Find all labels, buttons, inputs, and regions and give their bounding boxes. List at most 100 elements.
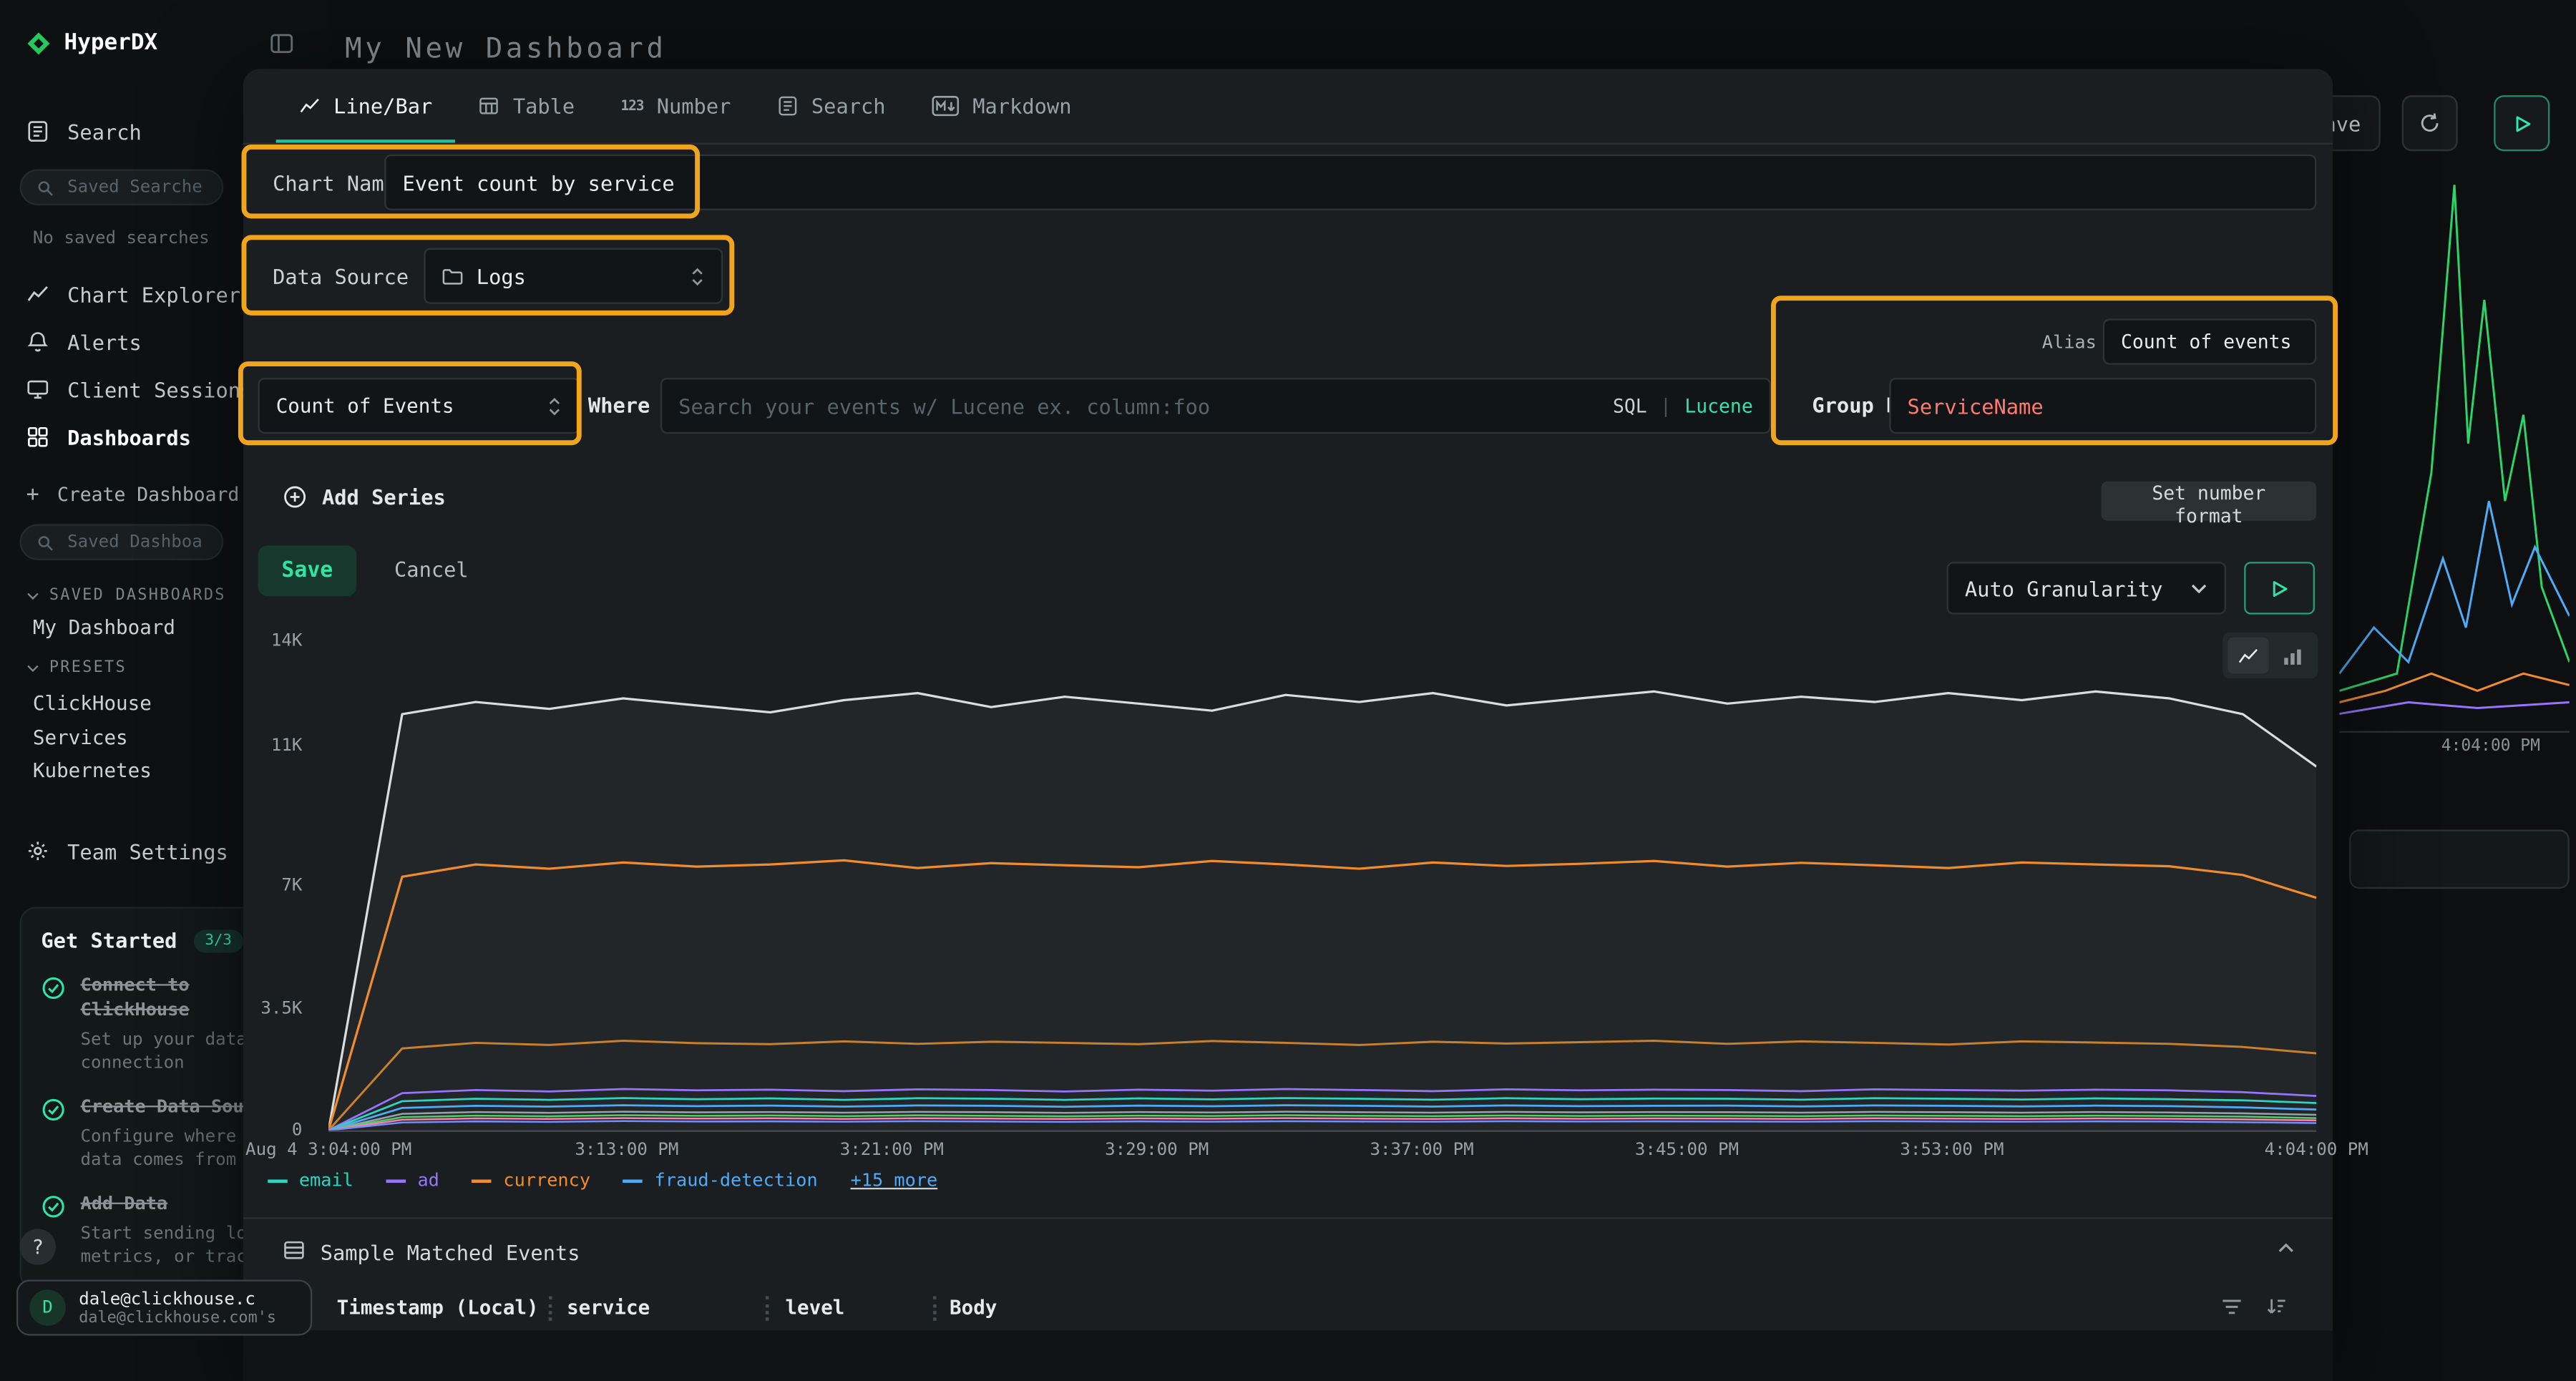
refresh-button[interactable] <box>2402 95 2458 151</box>
column-separator <box>766 1296 769 1320</box>
search-icon <box>36 178 54 196</box>
set-number-format-button[interactable]: Set number format <box>2101 482 2316 521</box>
tab-markdown[interactable]: Markdown <box>909 69 1095 142</box>
legend-more-link[interactable]: +15 more <box>851 1170 938 1191</box>
document-icon <box>777 95 799 117</box>
panel-collapse-icon <box>270 31 294 56</box>
saved-dashboards-section-header[interactable]: SAVED DASHBOARDS <box>26 587 226 605</box>
column-separator <box>549 1296 552 1320</box>
legend-swatch <box>268 1179 288 1182</box>
data-source-select[interactable]: Logs <box>424 248 723 304</box>
avatar: D <box>29 1289 66 1326</box>
where-label: Where <box>588 393 650 417</box>
logo[interactable]: HyperDX <box>26 29 157 56</box>
sidebar-item-clickhouse[interactable]: ClickHouse <box>33 692 152 715</box>
sidebar-item-search[interactable]: Search <box>26 112 142 151</box>
alias-field[interactable] <box>2121 330 2298 353</box>
filter-columns-button[interactable] <box>2221 1298 2243 1316</box>
where-field[interactable] <box>678 394 1753 418</box>
chevron-down-icon <box>26 663 39 673</box>
create-dashboard-button[interactable]: + Create Dashboard <box>26 475 240 514</box>
chart-name-label: Chart Name <box>273 171 396 195</box>
column-header-body[interactable]: Body <box>950 1296 997 1319</box>
table-list-icon <box>283 1239 306 1262</box>
add-series-label: Add Series <box>322 484 446 509</box>
chart-line-icon <box>299 95 321 117</box>
aggregation-select[interactable]: Count of Events <box>258 378 580 434</box>
section-divider <box>243 1217 2333 1219</box>
column-separator <box>933 1296 937 1320</box>
tab-label: Number <box>657 94 731 118</box>
alias-label: Alias <box>2042 332 2097 353</box>
legend-item: email <box>268 1170 353 1191</box>
sidebar-item-alerts[interactable]: Alerts <box>26 322 142 361</box>
user-team: dale@clickhouse.com's <box>79 1309 299 1327</box>
presets-section-header[interactable]: PRESETS <box>26 659 127 677</box>
y-axis-tick: 7K <box>281 876 302 896</box>
x-axis-tick: 3:21:00 PM <box>840 1140 944 1160</box>
help-button[interactable]: ? <box>20 1229 57 1265</box>
sql-mode-toggle[interactable]: SQL <box>1613 394 1647 417</box>
y-axis-tick: 3.5K <box>260 998 302 1018</box>
run-query-button[interactable] <box>2244 562 2315 614</box>
sidebar-item-dashboards[interactable]: Dashboards <box>26 417 191 457</box>
chart-line-icon <box>26 283 49 306</box>
x-axis-tick: 3:29:00 PM <box>1105 1140 1209 1160</box>
column-header-level[interactable]: level <box>785 1296 844 1319</box>
chevron-up-down-icon <box>690 265 705 287</box>
cancel-button[interactable]: Cancel <box>384 555 478 583</box>
chevron-down-icon <box>2190 582 2207 594</box>
sidebar-item-my-dashboard[interactable]: My Dashboard <box>33 616 175 639</box>
x-axis: Aug 4 3:04:00 PM3:13:00 PM3:21:00 PM3:29… <box>328 1140 2316 1163</box>
collapse-section-button[interactable] <box>2277 1242 2295 1254</box>
sidebar-item-client-sessions[interactable]: Client Sessions <box>26 370 253 409</box>
group-by-field[interactable] <box>1908 394 2298 418</box>
tab-line-bar[interactable]: Line/Bar <box>276 69 456 142</box>
x-axis-tick: 3:53:00 PM <box>1900 1140 2004 1160</box>
user-account-chip[interactable]: D dale@clickhouse.c dale@clickhouse.com'… <box>16 1280 312 1336</box>
saved-searches-field[interactable] <box>64 176 208 199</box>
background-panel <box>2349 829 2570 889</box>
chart-name-field[interactable] <box>402 170 2298 195</box>
add-series-button[interactable]: Add Series <box>283 484 446 509</box>
background-chart-time-label: 4:04:00 PM <box>2441 738 2540 756</box>
sample-events-title: Sample Matched Events <box>321 1240 580 1264</box>
save-chart-button[interactable]: Save <box>258 545 356 596</box>
column-header-service[interactable]: service <box>567 1296 650 1319</box>
bell-icon <box>26 330 49 353</box>
y-axis-tick: 0 <box>292 1121 303 1141</box>
sort-descending-icon <box>2265 1296 2287 1316</box>
saved-dashboards-field[interactable] <box>64 531 208 554</box>
plus-icon: + <box>26 482 39 507</box>
sidebar-item-team-settings[interactable]: Team Settings <box>26 831 228 871</box>
sidebar-item-kubernetes[interactable]: Kubernetes <box>33 759 152 782</box>
app-root: HyperDX Search No saved searches Chart E… <box>0 0 2576 1381</box>
table-body-area <box>243 1331 2333 1381</box>
legend-item: currency <box>472 1170 590 1191</box>
alias-input[interactable] <box>2103 318 2316 364</box>
chart-name-input[interactable] <box>384 155 2316 210</box>
sidebar-item-label: Search <box>67 119 142 143</box>
tab-search[interactable]: Search <box>754 69 909 142</box>
check-circle-icon <box>41 974 65 1074</box>
sidebar-collapse-button[interactable] <box>270 31 294 56</box>
saved-searches-input[interactable] <box>20 169 224 205</box>
sidebar-item-chart-explorer[interactable]: Chart Explorer <box>26 274 240 313</box>
sidebar-item-services[interactable]: Services <box>33 726 128 749</box>
y-axis-tick: 11K <box>271 736 303 756</box>
legend-item: ad <box>386 1170 439 1191</box>
saved-dashboards-input[interactable] <box>20 524 224 560</box>
column-header-timestamp[interactable]: Timestamp (Local) <box>337 1296 539 1319</box>
create-dashboard-label: Create Dashboard <box>57 483 239 506</box>
tab-table[interactable]: Table <box>455 69 597 142</box>
granularity-select[interactable]: Auto Granularity <box>1947 562 2226 614</box>
where-input[interactable]: SQL | Lucene <box>660 378 1771 434</box>
no-saved-searches-text: No saved searches <box>33 228 210 248</box>
tab-label: Markdown <box>972 94 1071 118</box>
section-label: SAVED DASHBOARDS <box>49 587 226 605</box>
run-dashboard-button[interactable] <box>2494 95 2550 151</box>
sort-button[interactable] <box>2265 1296 2287 1316</box>
group-by-input[interactable] <box>1889 378 2316 434</box>
tab-number[interactable]: 123 Number <box>597 69 753 142</box>
lucene-mode-toggle[interactable]: Lucene <box>1684 394 1752 417</box>
